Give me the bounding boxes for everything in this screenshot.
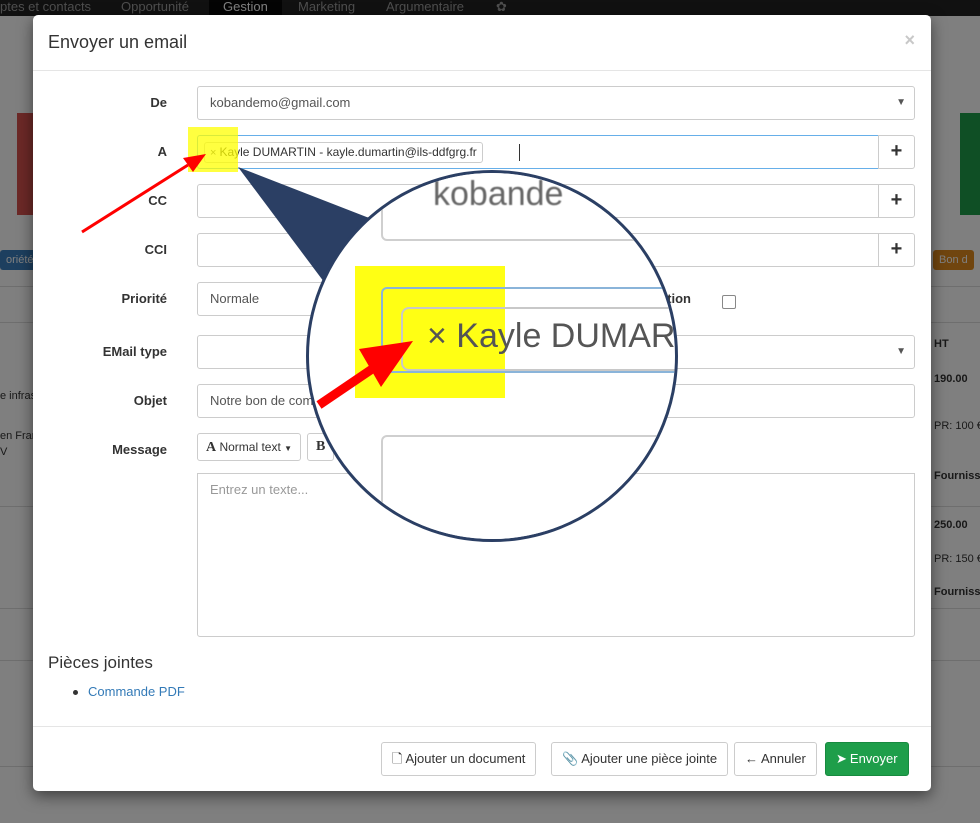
cancel-button[interactable]: ← Annuler bbox=[734, 742, 817, 776]
recipient-tag: × Kayle DUMARTIN - kayle.dumartin@ils-ddf… bbox=[204, 142, 483, 163]
caret-down-icon: ▼ bbox=[284, 444, 293, 453]
subject-input[interactable]: Notre bon de com bbox=[197, 384, 915, 418]
paperclip-icon: 📎 bbox=[562, 751, 579, 766]
add-document-button[interactable]: 🗋 Ajouter un document bbox=[381, 742, 537, 776]
send-email-modal: Envoyer un email × De kobandemo@gmail.co… bbox=[33, 15, 931, 791]
add-attachment-label: Ajouter une pièce jointe bbox=[581, 751, 718, 766]
email-type-label: EMail type bbox=[102, 344, 167, 359]
modal-header: Envoyer un email × bbox=[33, 15, 931, 71]
remove-tag-icon[interactable]: × bbox=[210, 147, 216, 159]
send-label: Envoyer bbox=[849, 751, 898, 766]
text-format-dropdown[interactable]: A Normal text ▼ bbox=[197, 433, 302, 461]
subject-label: Objet bbox=[133, 393, 167, 408]
paper-plane-icon: ➤ bbox=[836, 751, 847, 766]
add-attachment-button[interactable]: 📎 Ajouter une pièce jointe bbox=[551, 742, 729, 776]
cc-input[interactable] bbox=[197, 184, 879, 218]
arrow-left-icon: ← bbox=[745, 751, 758, 766]
to-input[interactable]: × Kayle DUMARTIN - kayle.dumartin@ils-ddf… bbox=[197, 135, 879, 169]
recipient-tag-label: Kayle DUMARTIN - kayle.dumartin@ils-ddfg… bbox=[219, 145, 477, 159]
caret-down-icon: ▼ bbox=[896, 97, 906, 108]
bcc-label: CCI bbox=[144, 242, 167, 257]
message-label: Message bbox=[112, 442, 167, 457]
send-button[interactable]: ➤ Envoyer bbox=[825, 742, 909, 776]
list-bullet bbox=[73, 690, 78, 695]
cancel-label: Annuler bbox=[761, 751, 806, 766]
add-cc-button[interactable]: + bbox=[878, 184, 915, 218]
priority-label: Priorité bbox=[121, 291, 167, 306]
attachment-link[interactable]: Commande PDF bbox=[88, 684, 185, 699]
caret-down-icon: ▼ bbox=[896, 346, 906, 357]
to-label: A bbox=[157, 144, 167, 159]
text-cursor bbox=[519, 144, 520, 161]
from-value: kobandemo@gmail.com bbox=[210, 95, 351, 110]
confirmation-label: tion bbox=[667, 291, 691, 306]
message-textarea[interactable]: Entrez un texte... bbox=[197, 473, 915, 637]
text-format-label: Normal text bbox=[219, 440, 281, 454]
add-document-label: Ajouter un document bbox=[405, 751, 526, 766]
from-select[interactable]: kobandemo@gmail.com ▼ bbox=[197, 86, 915, 120]
priority-select[interactable]: Normale bbox=[197, 282, 397, 316]
modal-footer-divider bbox=[33, 726, 931, 727]
file-icon: 🗋 bbox=[392, 751, 403, 766]
email-type-select[interactable]: ▼ bbox=[197, 335, 915, 369]
add-bcc-button[interactable]: + bbox=[878, 233, 915, 267]
cc-label: CC bbox=[148, 193, 167, 208]
attachments-title: Pièces jointes bbox=[48, 653, 153, 672]
close-icon[interactable]: × bbox=[904, 30, 915, 51]
bold-button[interactable]: B bbox=[307, 433, 335, 461]
from-label: De bbox=[150, 95, 167, 110]
confirmation-checkbox[interactable] bbox=[722, 295, 736, 309]
add-recipient-button[interactable]: + bbox=[878, 135, 915, 169]
bcc-input[interactable] bbox=[197, 233, 879, 267]
font-icon: A bbox=[206, 440, 217, 455]
modal-title: Envoyer un email bbox=[48, 32, 188, 52]
